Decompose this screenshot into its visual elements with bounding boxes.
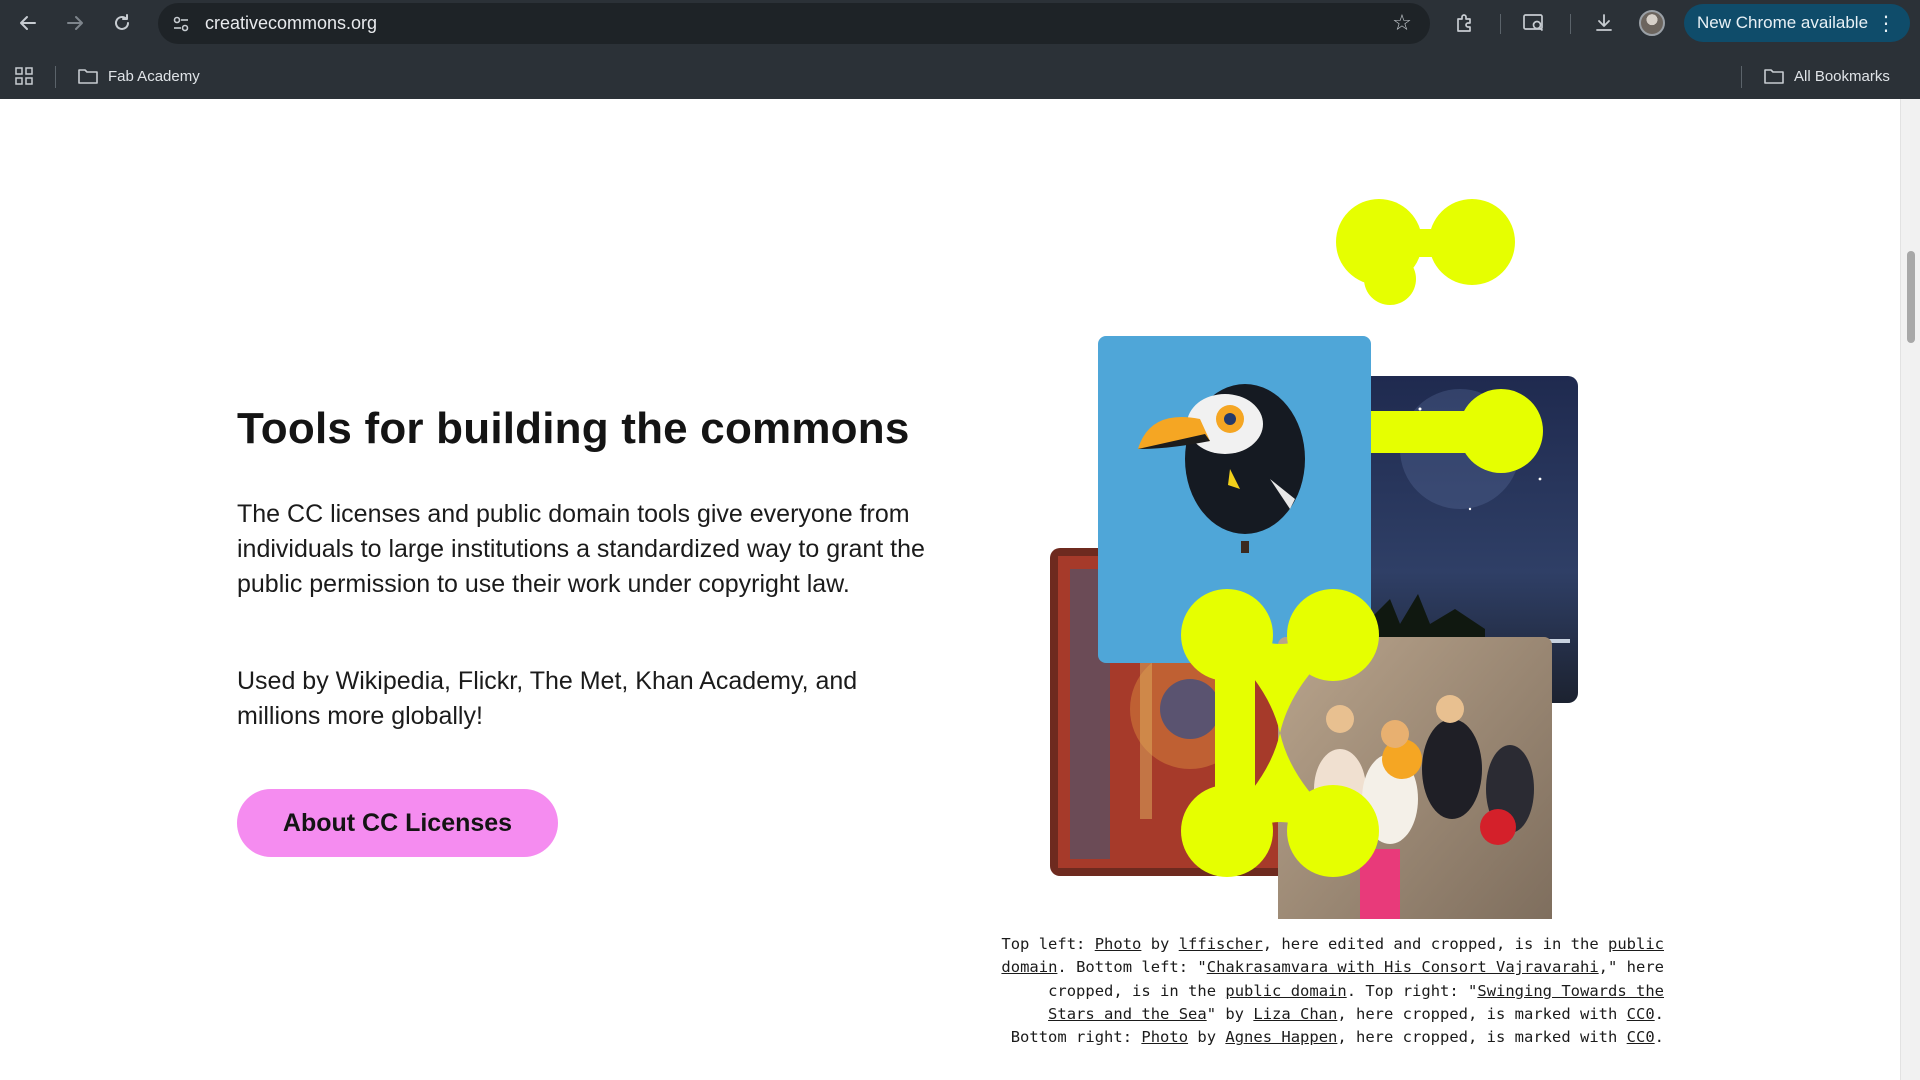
credit-text: Top left: — [1001, 935, 1095, 953]
credit-text: by — [1141, 935, 1179, 953]
bookmark-label: All Bookmarks — [1794, 67, 1890, 85]
bookmarks-divider — [1741, 66, 1742, 88]
hero-description: The CC licenses and public domain tools … — [237, 500, 925, 598]
credit-link-cc0[interactable]: CC0 — [1627, 1028, 1655, 1046]
scrollbar-thumb[interactable] — [1907, 251, 1915, 343]
about-cc-licenses-button[interactable]: About CC Licenses — [237, 789, 558, 857]
browser-chrome: creativecommons.org ☆ New Chrome availab… — [0, 0, 1920, 99]
credit-link-photo-top-left[interactable]: Photo — [1095, 935, 1142, 953]
bookmarks-divider — [55, 66, 56, 88]
lime-connector-top — [1336, 199, 1515, 305]
site-info-icon[interactable] — [168, 11, 194, 37]
credit-text: , here cropped, is marked with — [1337, 1028, 1627, 1047]
credit-link-liza-chan[interactable]: Liza Chan — [1253, 1005, 1337, 1023]
credit-text: " by — [1206, 1004, 1254, 1023]
toolbar-divider — [1500, 14, 1501, 34]
credit-link-agnes-happen[interactable]: Agnes Happen — [1225, 1028, 1337, 1046]
bookmark-label: Fab Academy — [108, 67, 200, 85]
folder-icon — [78, 69, 98, 84]
hero-title: Tools for building the commons — [237, 404, 910, 453]
credit-text: , here edited and cropped, is in the — [1262, 935, 1608, 953]
download-icon[interactable] — [1591, 10, 1617, 36]
browser-toolbar: creativecommons.org ☆ New Chrome availab… — [0, 0, 1920, 46]
credit-text: . Bottom left: " — [1057, 958, 1207, 977]
update-label: New Chrome available — [1697, 13, 1869, 32]
credit-link-cc0[interactable]: CC0 — [1627, 1005, 1655, 1023]
hero-usage-text: Used by Wikipedia, Flickr, The Met, Khan… — [237, 667, 858, 730]
address-bar[interactable]: creativecommons.org ☆ — [158, 3, 1430, 44]
credit-link-photo-bottom-right[interactable]: Photo — [1141, 1028, 1188, 1046]
bookmark-fab-academy[interactable]: Fab Academy — [77, 64, 200, 88]
apps-grid-icon[interactable] — [14, 66, 36, 88]
folder-icon — [1764, 69, 1784, 84]
back-arrow-icon[interactable] — [14, 9, 42, 37]
url-text[interactable]: creativecommons.org — [205, 13, 377, 34]
forward-arrow-icon[interactable] — [61, 9, 89, 37]
profile-avatar[interactable] — [1639, 10, 1665, 36]
media-controls-icon[interactable] — [1521, 10, 1547, 36]
toolbar-divider — [1570, 14, 1571, 34]
hero-collage — [1050, 199, 1578, 919]
credit-link-chakrasamvara[interactable]: Chakrasamvara with His Consort Vajravara… — [1207, 958, 1599, 976]
more-vert-icon[interactable]: ⋮ — [1876, 11, 1896, 36]
credit-text: . Top right: " — [1346, 981, 1478, 1000]
new-chrome-available-button[interactable]: New Chrome available ⋮ — [1684, 4, 1910, 42]
credit-text: by — [1188, 1028, 1226, 1047]
image-credits: Top left: Photo by lffischer, here edite… — [996, 933, 1664, 1049]
credit-text: . — [1654, 1028, 1664, 1047]
all-bookmarks-button[interactable]: All Bookmarks — [1763, 64, 1890, 88]
page-scrollbar[interactable] — [1900, 99, 1920, 1080]
star-icon[interactable]: ☆ — [1390, 11, 1414, 35]
page-content: Tools for building the commons The CC li… — [0, 99, 1900, 1080]
extensions-icon[interactable] — [1452, 10, 1478, 36]
credit-text: , here cropped, is marked with — [1337, 1004, 1627, 1023]
credit-link-public-domain[interactable]: public domain — [1225, 982, 1346, 1000]
bookmarks-bar: Fab Academy All Bookmarks — [0, 56, 1920, 96]
party-photo — [1278, 637, 1552, 919]
credit-link-author-top-left[interactable]: lffischer — [1179, 935, 1263, 953]
reload-icon[interactable] — [108, 9, 136, 37]
